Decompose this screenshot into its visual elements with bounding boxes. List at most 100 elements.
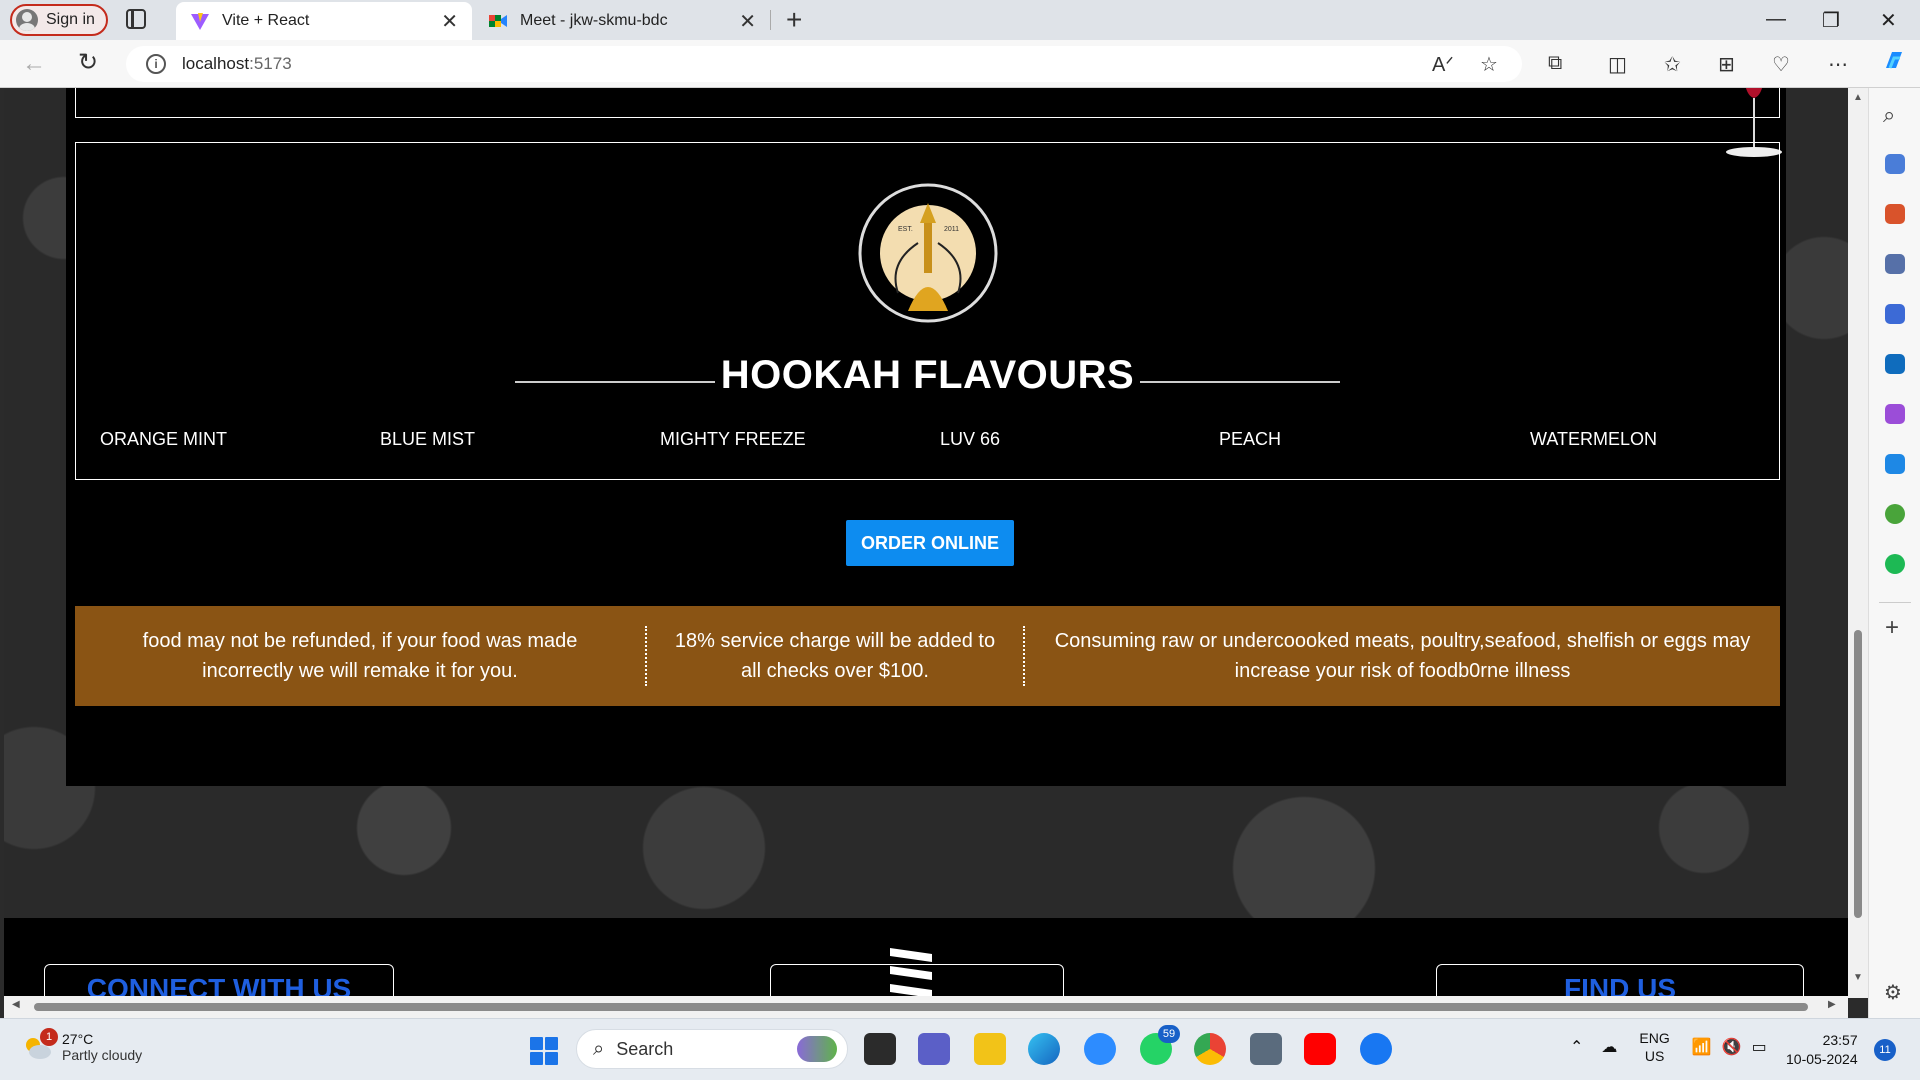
show-hidden-icons-chevron-icon[interactable]: ⌃	[1570, 1037, 1583, 1057]
scroll-down-arrow-icon[interactable]: ▼	[1853, 972, 1863, 983]
flavour-item: PEACH	[1219, 429, 1282, 449]
browser-essentials-icon[interactable]: ♡	[1772, 52, 1790, 77]
site-info-icon[interactable]: i	[146, 54, 166, 74]
collections-icon[interactable]: ⊞	[1718, 52, 1735, 77]
address-bar[interactable]: i localhost:5173	[126, 46, 1522, 82]
scroll-right-arrow-icon[interactable]: ▶	[1828, 999, 1836, 1010]
sidebar-outlook-icon[interactable]	[1885, 354, 1905, 374]
edge-browser-icon[interactable]	[1028, 1033, 1060, 1065]
service-charge-notice: 18% service charge will be added to all …	[645, 626, 1025, 686]
flavours-title: HOOKAH FLAVOURS	[514, 353, 1341, 397]
refund-notice: food may not be refunded, if your food w…	[142, 630, 578, 682]
sidebar-designer-icon[interactable]	[1885, 404, 1905, 424]
order-online-button[interactable]: ORDER ONLINE	[846, 520, 1014, 566]
avatar-icon	[16, 9, 38, 31]
search-placeholder: Search	[616, 1038, 674, 1059]
vertical-scroll-thumb[interactable]	[1854, 630, 1862, 918]
tab-bar: Sign in Vite + React ✕ Meet - jkw-skmu-b…	[0, 0, 1920, 40]
flavour-item: ORANGE MINT	[100, 429, 228, 449]
minimize-icon[interactable]: —	[1766, 8, 1786, 31]
vertical-scrollbar[interactable]: ▲ ▼	[1848, 88, 1868, 998]
weather-description: Partly cloudy	[62, 1047, 143, 1063]
youtube-icon[interactable]	[1304, 1033, 1336, 1065]
read-aloud-icon[interactable]: Aᐟ	[1432, 52, 1454, 77]
close-window-icon[interactable]: ✕	[1880, 8, 1897, 33]
tab-actions-icon[interactable]	[126, 9, 146, 29]
page-viewport: EST. 2011 HOOKAH FLAVOURS ORANGE MINT BL…	[4, 88, 1848, 996]
favorites-icon[interactable]: ✩	[1664, 52, 1681, 77]
onedrive-offline-icon[interactable]: ☁	[1601, 1037, 1617, 1057]
windows-start-icon[interactable]	[530, 1037, 558, 1065]
footer-logo-icon	[890, 948, 932, 996]
teams-chat-icon[interactable]	[918, 1033, 950, 1065]
address-toolbar: ← ↻ i localhost:5173 Aᐟ ☆ ⧉ ◫ ✩ ⊞ ♡ ⋯	[0, 40, 1920, 88]
sidebar-add-icon[interactable]: +	[1885, 614, 1899, 642]
sidebar-settings-gear-icon[interactable]: ⚙	[1884, 980, 1902, 1005]
split-screen-icon[interactable]: ◫	[1608, 52, 1627, 77]
notification-count-badge[interactable]: 11	[1874, 1039, 1896, 1061]
find-us-box: FIND US	[1436, 964, 1804, 996]
connect-with-us-box: CONNECT WITH US	[44, 964, 394, 996]
camera-icon[interactable]	[1250, 1033, 1282, 1065]
sidebar-spotify-icon[interactable]	[1885, 554, 1905, 574]
more-menu-icon[interactable]: ⋯	[1828, 52, 1848, 77]
find-us-label: FIND US	[1564, 973, 1676, 996]
sidebar-search-icon[interactable]: ⌕	[1883, 102, 1895, 128]
file-explorer-icon[interactable]	[974, 1033, 1006, 1065]
footer: CONNECT WITH US FIND US	[4, 918, 1848, 996]
flavour-item: BLUE MIST	[380, 429, 476, 449]
close-tab-icon[interactable]: ✕	[441, 9, 458, 34]
horizontal-scrollbar[interactable]: ◀ ▶	[4, 996, 1848, 1018]
weather-badge: 1	[40, 1028, 58, 1046]
clock[interactable]: 23:57 10-05-2024	[1786, 1031, 1858, 1069]
chrome-icon[interactable]	[1194, 1033, 1226, 1065]
taskbar-search-box[interactable]: ⌕ Search	[576, 1029, 848, 1069]
profile-signin-button[interactable]: Sign in	[10, 4, 108, 36]
sidebar-games-icon[interactable]	[1885, 254, 1905, 274]
svg-text:EST.: EST.	[898, 226, 913, 233]
system-tray: ⌃ ☁ ENG US 📶 🔇 ▭	[1570, 1029, 1767, 1065]
signin-label: Sign in	[46, 11, 95, 28]
reload-icon[interactable]: ↻	[78, 48, 98, 77]
battery-icon[interactable]: ▭	[1752, 1037, 1767, 1057]
sidebar-telegram-icon[interactable]	[1885, 454, 1905, 474]
sidebar-tools-icon[interactable]	[1885, 204, 1905, 224]
favorite-star-icon[interactable]: ☆	[1480, 52, 1498, 77]
notice-banner: food may not be refunded, if your food w…	[75, 606, 1780, 706]
partly-cloudy-icon: 1	[22, 1028, 58, 1060]
new-tab-icon[interactable]: +	[786, 4, 802, 36]
tab-meet[interactable]: Meet - jkw-skmu-bdc ✕	[474, 2, 770, 40]
extensions-icon[interactable]: ⧉	[1548, 52, 1562, 75]
sidebar-shopping-icon[interactable]	[1885, 154, 1905, 174]
close-tab-icon[interactable]: ✕	[739, 9, 756, 34]
restore-icon[interactable]: ❐	[1822, 8, 1840, 33]
flavour-item: LUV 66	[940, 429, 1001, 449]
volume-muted-icon[interactable]: 🔇	[1722, 1037, 1742, 1057]
vite-favicon-icon	[191, 13, 209, 30]
scroll-up-arrow-icon[interactable]: ▲	[1853, 92, 1863, 103]
url-text[interactable]: localhost:5173	[182, 54, 292, 74]
copilot-icon[interactable]	[1880, 46, 1908, 80]
task-view-icon[interactable]	[864, 1033, 896, 1065]
language-indicator[interactable]: ENG US	[1639, 1029, 1669, 1065]
flavour-item: MIGHTY FREEZE	[660, 429, 806, 449]
tab-title: Vite + React	[222, 12, 310, 29]
horizontal-scroll-thumb[interactable]	[34, 1003, 1808, 1011]
facebook-icon[interactable]	[1360, 1033, 1392, 1065]
food-safety-notice: Consuming raw or undercoooked meats, pou…	[1054, 630, 1751, 682]
weather-widget[interactable]: 1 27°C Partly cloudy	[22, 1028, 143, 1063]
search-highlight-icon	[797, 1036, 837, 1062]
sidebar-tree-icon[interactable]	[1885, 504, 1905, 524]
flavour-item: WATERMELON	[1530, 429, 1658, 449]
zoom-icon[interactable]	[1084, 1033, 1116, 1065]
search-icon: ⌕	[593, 1037, 605, 1060]
tab-title: Meet - jkw-skmu-bdc	[520, 12, 668, 29]
wifi-icon[interactable]: 📶	[1692, 1037, 1712, 1057]
tab-vite-react[interactable]: Vite + React ✕	[176, 2, 472, 40]
svg-text:2011: 2011	[944, 226, 959, 233]
whatsapp-icon[interactable]: 59	[1140, 1025, 1180, 1065]
scroll-left-arrow-icon[interactable]: ◀	[12, 999, 20, 1010]
back-arrow-icon[interactable]: ←	[22, 50, 46, 78]
sidebar-microsoft365-icon[interactable]	[1885, 304, 1905, 324]
hookah-lounge-logo: EST. 2011	[858, 183, 998, 323]
